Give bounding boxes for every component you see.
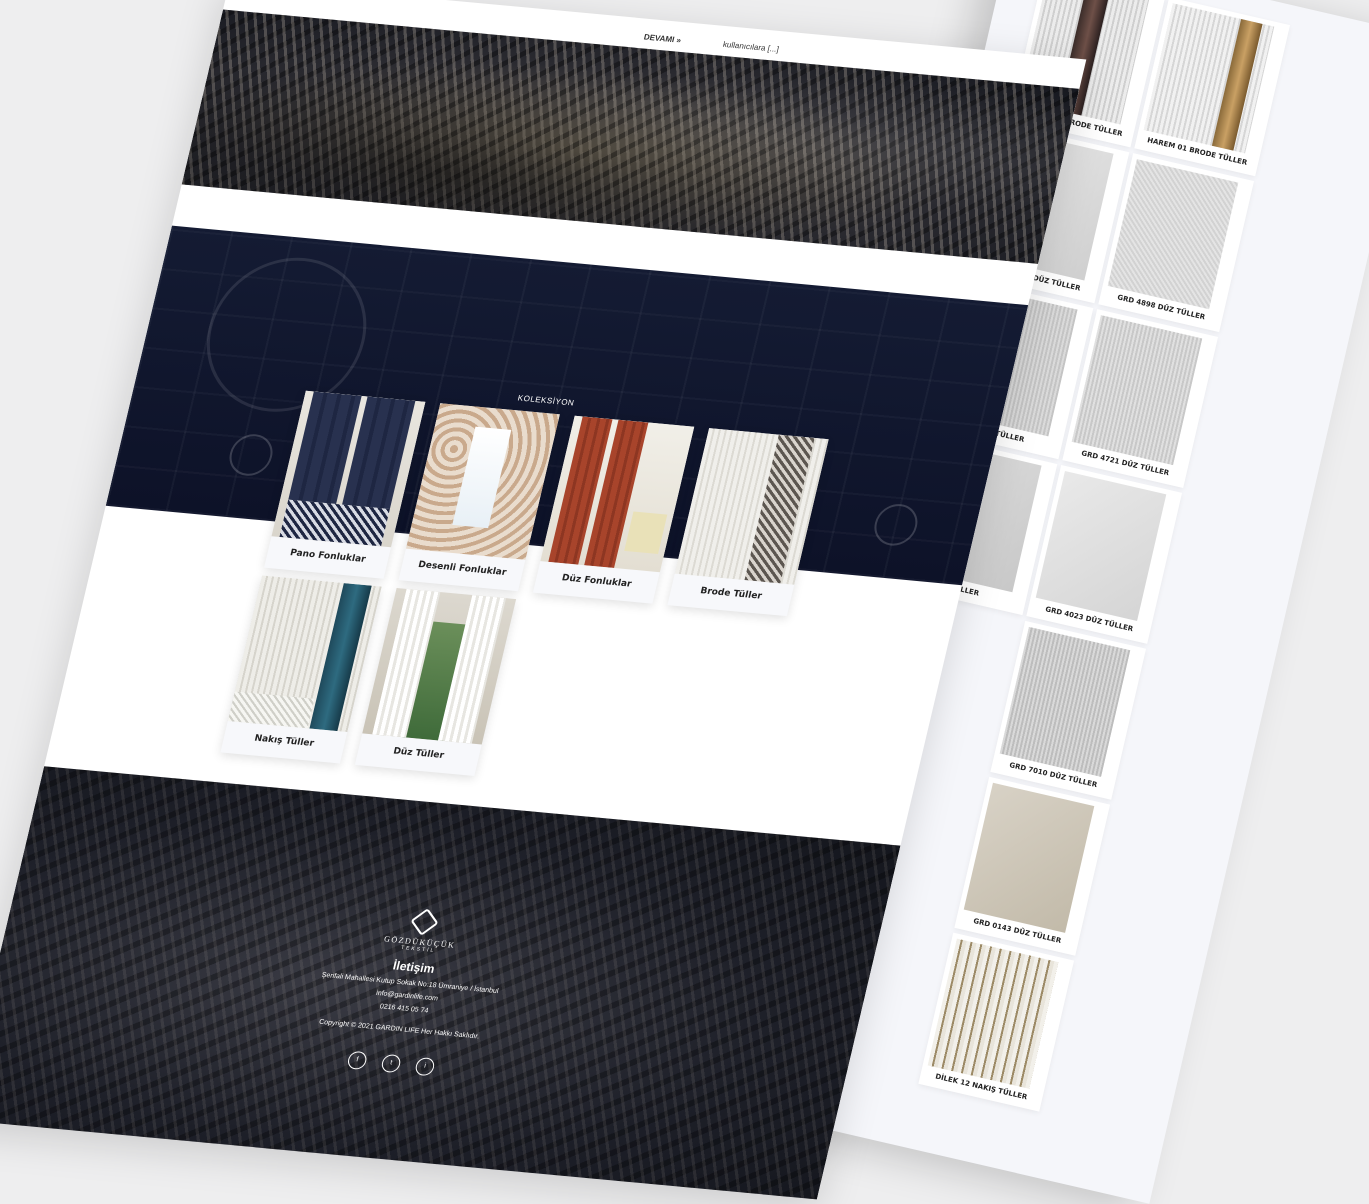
social-links: f t i bbox=[279, 1045, 502, 1083]
footer-contact: GÖZDÜKÜÇÜK TEKSTİL İletişim Şerifali Mah… bbox=[279, 902, 536, 1083]
hero-fabric-banner bbox=[181, 9, 1080, 264]
clock-graphic bbox=[225, 432, 277, 478]
twitter-icon[interactable]: t bbox=[380, 1053, 403, 1074]
collection-image bbox=[362, 587, 517, 745]
product-tile[interactable]: DİLEK 12 NAKIŞ TÜLLER bbox=[918, 932, 1075, 1112]
product-tile[interactable]: GRD 0143 DÜZ TÜLLER bbox=[954, 776, 1111, 956]
product-image bbox=[927, 938, 1059, 1089]
footer: GÖZDÜKÜÇÜK TEKSTİL İletişim Şerifali Mah… bbox=[0, 766, 901, 1200]
ferris-wheel-graphic bbox=[190, 250, 383, 419]
instagram-icon[interactable]: i bbox=[413, 1056, 436, 1077]
product-image bbox=[1035, 470, 1167, 622]
collection-image bbox=[227, 575, 382, 733]
product-image bbox=[1107, 159, 1239, 310]
brand-logo-icon bbox=[410, 908, 439, 936]
post-excerpt: kullanıcılara [...] bbox=[721, 39, 780, 54]
product-image bbox=[999, 626, 1131, 777]
clock-graphic bbox=[870, 502, 922, 548]
collection-card[interactable]: Düz Tüller bbox=[354, 587, 517, 776]
product-image bbox=[963, 782, 1095, 933]
product-image bbox=[1143, 3, 1275, 154]
double-chevron-right-icon: » bbox=[675, 35, 683, 45]
collection-card[interactable]: Nakış Tüller bbox=[220, 575, 382, 764]
copyright-text: Copyright © 2021 GARDIN LIFE Her Hakkı S… bbox=[318, 1018, 480, 1041]
read-more-link[interactable]: DEVAMI » bbox=[643, 33, 684, 45]
product-tile[interactable]: GRD 7010 DÜZ TÜLLER bbox=[990, 620, 1147, 800]
facebook-icon[interactable]: f bbox=[346, 1050, 369, 1071]
product-image bbox=[1071, 315, 1203, 466]
